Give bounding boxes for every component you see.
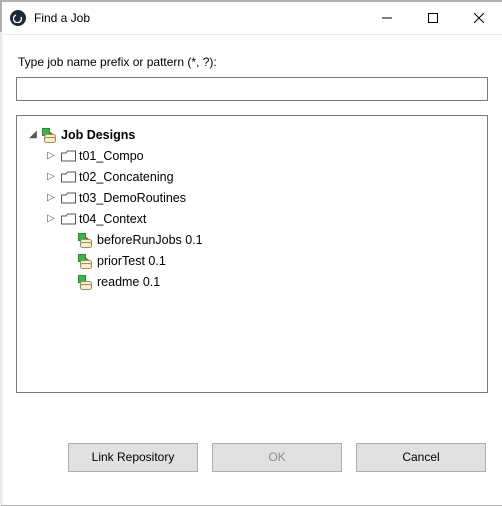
tree-job-label: beforeRunJobs 0.1 (97, 233, 203, 247)
prompt-label: Type job name prefix or pattern (*, ?): (18, 55, 488, 69)
tree-job-label: readme 0.1 (97, 275, 160, 289)
folder-icon (59, 150, 77, 162)
tree-panel[interactable]: ◢ Job Designs ▷ t01_Compo ▷ t02_Concaten… (16, 115, 488, 393)
chevron-right-icon[interactable]: ▷ (45, 213, 57, 224)
tree-folder[interactable]: ▷ t02_Concatening (23, 166, 481, 187)
ok-button: OK (212, 443, 342, 472)
chevron-down-icon[interactable]: ◢ (27, 129, 39, 140)
tree-folder[interactable]: ▷ t01_Compo (23, 145, 481, 166)
folder-icon (59, 192, 77, 204)
button-bar: Link Repository OK Cancel (0, 427, 502, 505)
tree-folder-label: t04_Context (79, 212, 146, 226)
search-input[interactable] (16, 77, 488, 101)
tree-job[interactable]: ▷ readme 0.1 (23, 271, 481, 292)
folder-icon (59, 171, 77, 183)
tree-job[interactable]: ▷ priorTest 0.1 (23, 250, 481, 271)
titlebar: Find a Job (2, 2, 502, 35)
maximize-button[interactable] (410, 2, 456, 34)
chevron-right-icon[interactable]: ▷ (45, 150, 57, 161)
tree-folder[interactable]: ▷ t03_DemoRoutines (23, 187, 481, 208)
tree-folder-label: t02_Concatening (79, 170, 174, 184)
tree-root-label: Job Designs (61, 128, 135, 142)
cancel-button[interactable]: Cancel (356, 443, 486, 472)
tree-job-label: priorTest 0.1 (97, 254, 166, 268)
tree-job[interactable]: ▷ beforeRunJobs 0.1 (23, 229, 481, 250)
tree-folder[interactable]: ▷ t04_Context (23, 208, 481, 229)
job-icon (77, 275, 95, 289)
minimize-button[interactable] (364, 2, 410, 34)
link-repository-button[interactable]: Link Repository (68, 443, 198, 472)
close-button[interactable] (456, 2, 502, 34)
tree-root-job-designs[interactable]: ◢ Job Designs (23, 124, 481, 145)
job-icon (77, 254, 95, 268)
tree-folder-label: t01_Compo (79, 149, 144, 163)
app-icon (10, 10, 26, 26)
job-icon (41, 128, 59, 142)
job-icon (77, 233, 95, 247)
folder-icon (59, 213, 77, 225)
chevron-right-icon[interactable]: ▷ (45, 171, 57, 182)
tree-folder-label: t03_DemoRoutines (79, 191, 186, 205)
window-title: Find a Job (34, 11, 90, 25)
chevron-right-icon[interactable]: ▷ (45, 192, 57, 203)
